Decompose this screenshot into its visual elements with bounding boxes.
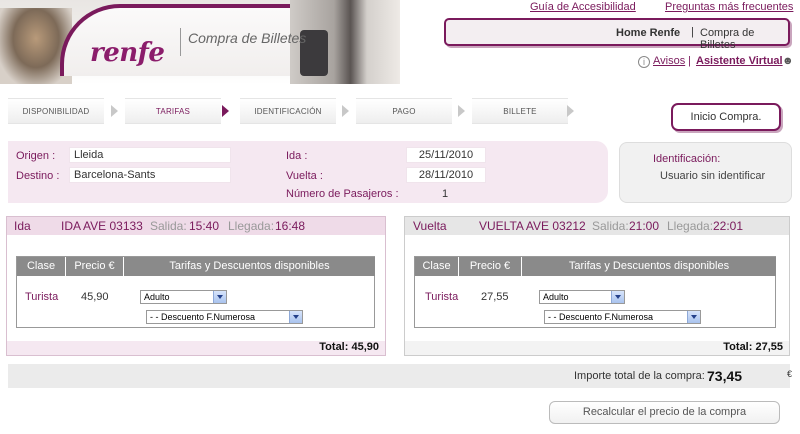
vuelta-salida-label: Salida: [592,219,629,233]
pasajeros-value: 1 [442,188,449,200]
step-billete: BILLETE [472,98,568,124]
vuelta-clase: Turista [425,291,459,303]
info-icon: i [638,56,650,68]
col-clase: Clase [415,257,459,276]
assistant-icon: ☻ [782,55,794,67]
header-banner: renfe Compra de Billetes [0,0,400,84]
ida-date: 25/11/2010 [406,147,486,163]
links-separator: | [688,55,691,67]
vuelta-total: Total: 27,55 [723,341,783,353]
origen-value: Lleida [69,147,231,163]
vuelta-train: VUELTA AVE 03212 [479,219,586,233]
purchase-steps: DISPONIBILIDAD TARIFAS IDENTIFICACIÓN PA… [8,98,578,124]
vuelta-tarifa-select[interactable]: Adulto [539,290,625,304]
recalculate-price-button[interactable]: Recalcular el precio de la compra [549,401,780,424]
total-bar: Importe total de la compra: 73,45 € [8,364,793,388]
currency-symbol: € [787,369,793,379]
chevron-down-icon[interactable] [611,291,624,303]
ida-fare-table: Clase Precio € Tarifas y Descuentos disp… [16,256,375,328]
col-tarifas: Tarifas y Descuentos disponibles [522,257,776,276]
virtual-assistant-link[interactable]: Asistente Virtual [696,55,783,67]
vuelta-tarifa-value: Adulto [543,292,569,302]
ida-precio: 45,90 [81,291,109,303]
chevron-down-icon[interactable] [687,311,700,323]
vuelta-date: 28/11/2010 [406,167,486,183]
banner-divider [180,28,181,56]
compra-billetes-link[interactable]: Compra de Billetes [700,27,788,51]
ida-salida-time: 15:40 [189,219,220,233]
step-pago: PAGO [356,98,452,124]
vuelta-llegada-label: Llegada: [667,219,714,233]
vuelta-precio: 27,55 [481,291,509,303]
ida-llegada-time: 16:48 [275,219,306,233]
ida-descuento-value: - - Descuento F.Numerosa [150,312,256,322]
ida-panel-body: Clase Precio € Tarifas y Descuentos disp… [7,235,385,341]
vuelta-panel: Vuelta VUELTA AVE 03212 Salida: 21:00 Ll… [404,216,790,356]
vuelta-descuento-value: - - Descuento F.Numerosa [548,312,654,322]
col-tarifas: Tarifas y Descuentos disponibles [124,257,375,276]
banner-title: Compra de Billetes [188,30,307,46]
chevron-down-icon[interactable] [213,291,226,303]
ida-clase: Turista [25,291,59,303]
step-arrow-icon [222,105,229,117]
home-renfe-link[interactable]: Home Renfe [616,27,680,39]
vuelta-fare-table: Clase Precio € Tarifas y Descuentos disp… [414,256,776,328]
ida-train: IDA AVE 03133 [61,219,143,233]
total-value: 73,45 [707,368,743,384]
vuelta-salida-time: 21:00 [629,219,660,233]
pasajeros-label: Número de Pasajeros : [286,188,399,200]
ida-salida-label: Salida: [150,219,187,233]
destino-label: Destino : [16,170,60,182]
trip-summary: Origen : Lleida Destino : Barcelona-Sant… [8,141,608,203]
accessibility-guide-link[interactable]: Guía de Accesibilidad [530,1,636,13]
ida-tarifa-value: Adulto [144,292,170,302]
step-arrow-icon [458,105,465,117]
origen-label: Origen : [16,150,56,162]
top-nav-box: Home Renfe | Compra de Billetes [444,18,790,51]
ida-label: Ida : [286,150,308,162]
nav-separator: | [691,26,694,38]
vuelta-descuento-select[interactable]: - - Descuento F.Numerosa [544,310,701,324]
ida-panel: Ida IDA AVE 03133 Salida: 15:40 Llegada:… [6,216,386,356]
ida-descuento-select[interactable]: - - Descuento F.Numerosa [146,310,303,324]
step-identificacion: IDENTIFICACIÓN [240,98,336,124]
identification-box: Identificación: Usuario sin identificar [619,142,792,203]
step-arrow-icon [111,105,118,117]
ida-panel-header: Ida IDA AVE 03133 Salida: 15:40 Llegada:… [7,217,385,235]
col-precio: Precio € [459,257,522,276]
avisos-link[interactable]: Avisos [653,55,685,67]
inicio-compra-button[interactable]: Inicio Compra. [671,103,781,131]
ida-direction: Ida [14,219,31,233]
vuelta-panel-header: Vuelta VUELTA AVE 03212 Salida: 21:00 Ll… [405,217,789,235]
vuelta-panel-body: Clase Precio € Tarifas y Descuentos disp… [405,235,789,341]
total-label: Importe total de la compra: [574,370,705,382]
identification-value: Usuario sin identificar [660,170,766,182]
chevron-down-icon[interactable] [289,311,302,323]
faq-link[interactable]: Preguntas más frecuentes [665,1,793,13]
vuelta-label: Vuelta : [286,170,323,182]
step-arrow-icon [342,105,349,117]
identification-title: Identificación: [653,153,721,165]
col-clase: Clase [17,257,66,276]
vuelta-llegada-time: 22:01 [713,219,744,233]
step-disponibilidad: DISPONIBILIDAD [8,98,104,124]
vuelta-direction: Vuelta [413,219,447,233]
destino-value: Barcelona-Sants [69,167,231,183]
col-precio: Precio € [66,257,124,276]
ida-llegada-label: Llegada: [228,219,275,233]
renfe-logo[interactable]: renfe [90,38,165,68]
step-tarifas: TARIFAS [125,98,221,124]
ida-tarifa-select[interactable]: Adulto [140,290,227,304]
step-arrow-icon [567,105,574,117]
ida-total: Total: 45,90 [319,341,379,353]
